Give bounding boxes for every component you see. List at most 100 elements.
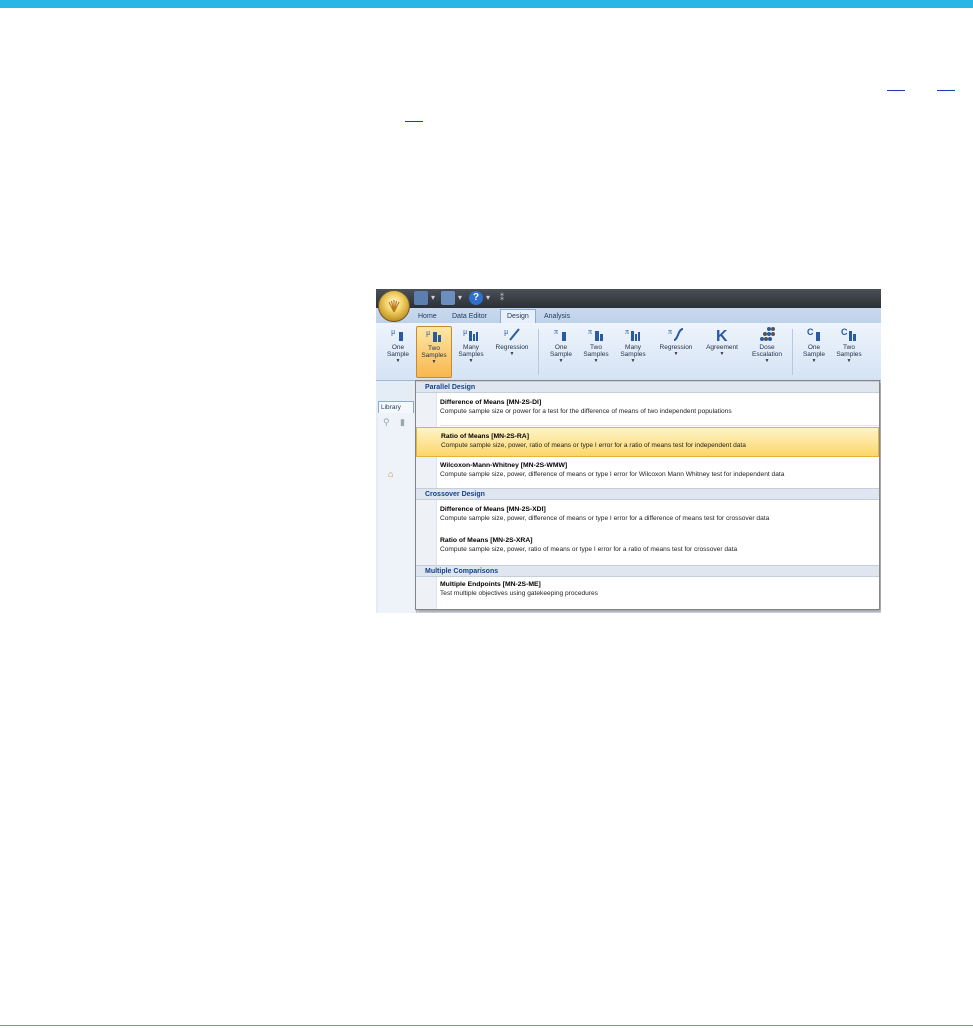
- two-samples-count-icon: C: [841, 326, 857, 342]
- button-label-line: Escalation: [752, 351, 782, 358]
- button-label-line: Samples: [583, 351, 609, 358]
- save-icon[interactable]: [414, 291, 428, 305]
- button-label-line: One: [391, 344, 405, 351]
- svg-text:π: π: [554, 327, 558, 336]
- one-sample-button[interactable]: μ One Sample ▼: [381, 326, 415, 376]
- app-screenshot: ▾ ▾ ? ▾ ⁑ Home Data Editor Design Analys…: [376, 289, 881, 613]
- chevron-down-icon: ▼: [395, 358, 401, 364]
- menu-divider: [440, 425, 879, 426]
- svg-text:K: K: [716, 328, 728, 342]
- two-samples-dropdown-menu: Parallel Design Difference of Means [MN-…: [415, 380, 880, 610]
- many-samples-proportion-icon: π: [625, 326, 641, 342]
- menu-item-mn-2s-me[interactable]: Multiple Endpoints [MN-2S-ME] Test multi…: [416, 576, 879, 606]
- svg-text:π: π: [588, 327, 592, 336]
- one-sample-proportion-icon: π: [553, 326, 569, 342]
- button-label-line: Regression: [495, 344, 529, 351]
- menu-item-description: Compute sample size, power, ratio of mea…: [441, 442, 746, 449]
- svg-text:C: C: [841, 327, 848, 337]
- dropdown-arrow-icon[interactable]: ▾: [486, 293, 490, 302]
- button-label-line: Samples: [421, 352, 447, 359]
- button-label-line: One: [554, 344, 568, 351]
- menu-item-description: Compute sample size, power, ratio of mea…: [440, 546, 738, 553]
- two-samples-button[interactable]: μ Two Samples ▼: [416, 326, 452, 378]
- menu-item-mn-2s-wmw[interactable]: Wilcoxon-Mann-Whitney [MN-2S-WMW] Comput…: [416, 457, 879, 487]
- pass-logo-icon[interactable]: [378, 290, 410, 322]
- title-bar: ▾ ▾ ? ▾ ⁑: [376, 289, 881, 308]
- one-sample-proportion-button[interactable]: π One Sample ▼: [544, 326, 578, 376]
- svg-text:π: π: [668, 327, 672, 336]
- button-label-line: Many: [463, 344, 479, 351]
- one-sample-icon: μ: [390, 326, 406, 342]
- menu-item-title: Wilcoxon-Mann-Whitney [MN-2S-WMW]: [440, 462, 568, 469]
- svg-text:μ: μ: [463, 327, 467, 336]
- button-label-line: Two: [428, 345, 440, 352]
- regression-icon: μ: [504, 326, 520, 342]
- two-samples-icon: μ: [426, 327, 442, 343]
- menu-section-header: Crossover Design: [416, 488, 879, 500]
- logistic-regression-button[interactable]: π Regression ▼: [654, 326, 698, 376]
- button-label-line: Many: [625, 344, 641, 351]
- menu-item-title: Difference of Means [MN-2S-XDI]: [440, 506, 546, 513]
- tab-home[interactable]: Home: [412, 310, 443, 323]
- chevron-down-icon: ▼: [630, 358, 636, 364]
- button-label-line: Sample: [386, 351, 410, 358]
- regression-button[interactable]: μ Regression ▼: [492, 326, 532, 376]
- many-samples-proportion-button[interactable]: π Many Samples ▼: [616, 326, 650, 376]
- svg-text:π: π: [625, 327, 629, 336]
- chevron-down-icon: ▼: [719, 351, 725, 357]
- chevron-down-icon: ▼: [431, 359, 437, 365]
- button-label-line: Samples: [620, 351, 646, 358]
- agreement-button[interactable]: K Agreement ▼: [700, 326, 744, 376]
- two-samples-proportion-icon: π: [588, 326, 604, 342]
- menu-item-mn-2s-xdi[interactable]: Difference of Means [MN-2S-XDI] Compute …: [416, 501, 879, 531]
- menu-item-mn-2s-ra[interactable]: Ratio of Means [MN-2S-RA] Compute sample…: [416, 427, 879, 457]
- button-label-line: Regression: [659, 344, 693, 351]
- tab-data-editor[interactable]: Data Editor: [446, 310, 493, 323]
- button-label-line: Sample: [549, 351, 573, 358]
- dropdown-arrow-icon[interactable]: ▾: [431, 293, 435, 302]
- button-label-line: Agreement: [706, 344, 738, 351]
- ribbon-tab-strip: Home Data Editor Design Analysis: [376, 308, 881, 324]
- chevron-down-icon: ▼: [846, 358, 852, 364]
- menu-item-mn-2s-di[interactable]: Difference of Means [MN-2S-DI] Compute s…: [416, 394, 879, 424]
- tab-design[interactable]: Design: [500, 309, 536, 324]
- link-underline[interactable]: [887, 90, 905, 91]
- toolbar-icon[interactable]: ▮: [400, 417, 405, 428]
- chevron-down-icon: ▼: [509, 351, 515, 357]
- one-sample-count-button[interactable]: C One Sample ▼: [797, 326, 831, 376]
- many-samples-icon: μ: [463, 326, 479, 342]
- menu-item-title: Difference of Means [MN-2S-DI]: [440, 399, 542, 406]
- menu-item-title: Ratio of Means [MN-2S-RA]: [441, 433, 529, 440]
- svg-text:C: C: [807, 327, 814, 337]
- menu-item-description: Compute sample size, power, difference o…: [440, 471, 785, 478]
- two-samples-count-button[interactable]: C Two Samples ▼: [832, 326, 866, 376]
- button-label-line: Two: [590, 344, 602, 351]
- button-label-line: Dose: [759, 344, 775, 351]
- ribbon-group-separator: [538, 329, 539, 375]
- svg-text:μ: μ: [391, 327, 395, 336]
- two-samples-proportion-button[interactable]: π Two Samples ▼: [579, 326, 613, 376]
- link-underline[interactable]: [937, 90, 955, 91]
- search-icon[interactable]: ⚲: [383, 417, 390, 428]
- chevron-down-icon: ▼: [468, 358, 474, 364]
- one-sample-count-icon: C: [806, 326, 822, 342]
- menu-item-mn-2s-xra[interactable]: Ratio of Means [MN-2S-XRA] Compute sampl…: [416, 532, 879, 562]
- dropdown-arrow-icon[interactable]: ▾: [458, 293, 462, 302]
- dose-escalation-button[interactable]: Dose Escalation ▼: [746, 326, 788, 376]
- button-label-line: Two: [843, 344, 855, 351]
- menu-item-description: Compute sample size, power, difference o…: [440, 515, 770, 522]
- button-label-line: One: [807, 344, 821, 351]
- ribbon-group-separator: [792, 329, 793, 375]
- link-underline[interactable]: [405, 121, 423, 122]
- bottom-accent-line: [0, 1025, 973, 1026]
- svg-text:μ: μ: [504, 327, 508, 336]
- logistic-regression-icon: π: [668, 326, 684, 342]
- home-icon[interactable]: ⌂: [388, 469, 393, 479]
- chevron-down-icon: ▼: [811, 358, 817, 364]
- help-icon[interactable]: ?: [469, 291, 483, 305]
- tab-analysis[interactable]: Analysis: [538, 310, 576, 323]
- many-samples-button[interactable]: μ Many Samples ▼: [454, 326, 488, 376]
- customize-arrow-icon[interactable]: ⁑: [500, 293, 504, 302]
- print-icon[interactable]: [441, 291, 455, 305]
- menu-item-title: Ratio of Means [MN-2S-XRA]: [440, 537, 533, 544]
